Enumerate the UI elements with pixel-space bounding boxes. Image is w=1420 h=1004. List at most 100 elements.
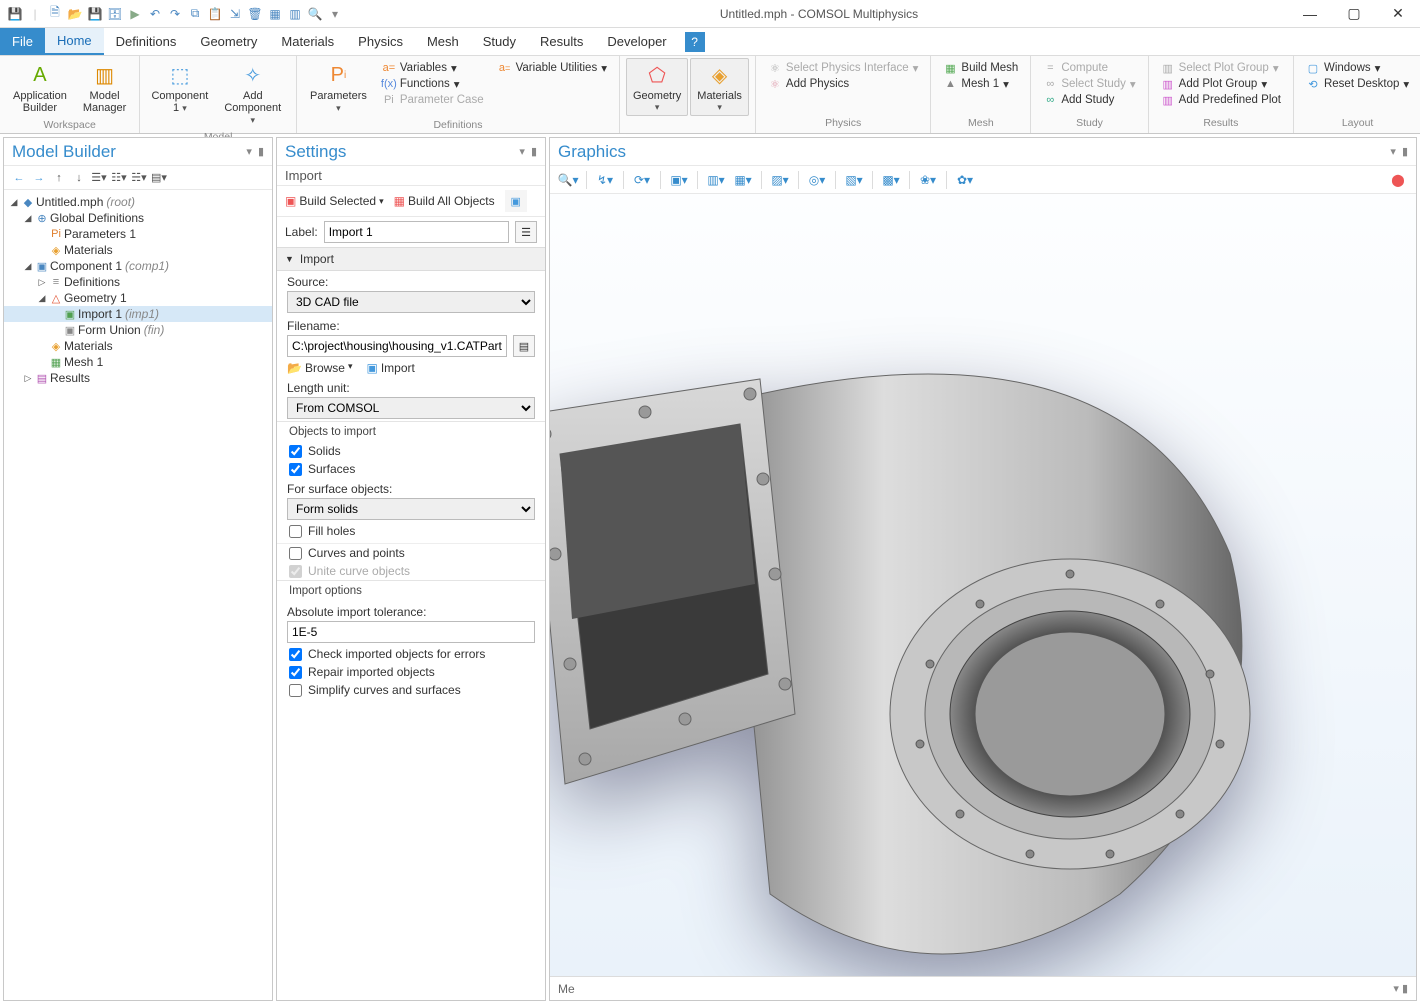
filename-browse-icon[interactable]: ▤ <box>513 335 535 357</box>
add-predef-plot-button[interactable]: ▥Add Predefined Plot <box>1159 92 1283 108</box>
label-input[interactable] <box>324 221 509 243</box>
saveall-icon[interactable]: 🗄 <box>106 5 124 23</box>
build-mesh-button[interactable]: ▦Build Mesh <box>941 60 1020 76</box>
open-icon[interactable]: 📂 <box>66 5 84 23</box>
variables-button[interactable]: a=Variables ▾ <box>380 60 486 76</box>
tree-node[interactable]: ▦Mesh 1 <box>4 354 272 370</box>
tree-node[interactable]: ▷≡Definitions <box>4 274 272 290</box>
tool2-icon[interactable]: ▥ <box>286 5 304 23</box>
tab-results[interactable]: Results <box>528 28 595 55</box>
panel-menu-icon[interactable]: ▾ <box>1390 145 1396 158</box>
save-icon[interactable]: 💾 <box>6 5 24 23</box>
tab-mesh[interactable]: Mesh <box>415 28 471 55</box>
tree-node[interactable]: ◈Materials <box>4 242 272 258</box>
panel-menu-icon[interactable]: ▾ <box>246 145 252 158</box>
add-study-button[interactable]: ∞Add Study <box>1041 92 1137 108</box>
check-errors-checkbox[interactable] <box>289 648 302 661</box>
reset-desktop-button[interactable]: ⟲Reset Desktop ▾ <box>1304 76 1411 92</box>
undo-icon[interactable]: ↶ <box>146 5 164 23</box>
redo-icon[interactable]: ↷ <box>166 5 184 23</box>
tab-definitions[interactable]: Definitions <box>104 28 189 55</box>
functions-button[interactable]: f(x)Functions ▾ <box>380 76 486 92</box>
solids-checkbox[interactable] <box>289 445 302 458</box>
import-button[interactable]: ▣Import <box>367 361 415 375</box>
nav-up-icon[interactable]: ↑ <box>50 169 68 187</box>
build-extra-icon[interactable]: ▣ <box>505 190 527 212</box>
record-icon[interactable]: ⬤ <box>1386 169 1410 191</box>
tab-materials[interactable]: Materials <box>269 28 346 55</box>
windows-button[interactable]: ▢Windows ▾ <box>1304 60 1411 76</box>
source-select[interactable]: 3D CAD file <box>287 291 535 313</box>
save2-icon[interactable]: 💾 <box>86 5 104 23</box>
delete-icon[interactable]: 🗑 <box>246 5 264 23</box>
materials-button[interactable]: ◈Materials▾ <box>690 58 749 116</box>
nav-down-icon[interactable]: ↓ <box>70 169 88 187</box>
simplify-checkbox[interactable] <box>289 684 302 697</box>
minimize-button[interactable]: — <box>1288 0 1332 28</box>
geometry-button[interactable]: ⬠Geometry▾ <box>626 58 688 116</box>
select-physics-button[interactable]: ⚛Select Physics Interface ▾ <box>766 60 921 76</box>
view2-icon[interactable]: ▦▾ <box>731 169 755 191</box>
render4-icon[interactable]: ✿▾ <box>953 169 977 191</box>
filter-icon[interactable]: ☵▾ <box>130 169 148 187</box>
select-plot-button[interactable]: ▥Select Plot Group ▾ <box>1159 60 1283 76</box>
build-all-button[interactable]: ▦Build All Objects <box>394 194 495 208</box>
axis-icon[interactable]: ↯▾ <box>593 169 617 191</box>
label-edit-icon[interactable]: ☰ <box>515 221 537 243</box>
tool1-icon[interactable]: ▦ <box>266 5 284 23</box>
tree-node[interactable]: ◢◆Untitled.mph(root) <box>4 194 272 210</box>
tree-node[interactable]: ▣Form Union(fin) <box>4 322 272 338</box>
pin-icon[interactable]: ▮ <box>258 145 264 158</box>
new-icon[interactable]: 🗎 <box>46 5 64 23</box>
rotate-icon[interactable]: ⟳▾ <box>630 169 654 191</box>
browse-button[interactable]: 📂Browse ▾ <box>287 361 353 375</box>
add-plot-button[interactable]: ▥Add Plot Group ▾ <box>1159 76 1283 92</box>
collapse-icon[interactable]: ☷▾ <box>110 169 128 187</box>
add-physics-button[interactable]: ⚛Add Physics <box>766 76 921 92</box>
import-section-header[interactable]: ▼Import <box>277 247 545 271</box>
view1-icon[interactable]: ▥▾ <box>704 169 728 191</box>
render2-icon[interactable]: ▩▾ <box>879 169 903 191</box>
parameters-button[interactable]: PiParameters▾ <box>303 58 374 117</box>
nav-back-icon[interactable]: ← <box>10 169 28 187</box>
qat-dropdown-icon[interactable]: ▾ <box>326 5 344 23</box>
messages-bar[interactable]: Me ▾ ▮ <box>550 976 1416 1000</box>
nav-fwd-icon[interactable]: → <box>30 169 48 187</box>
copy-icon[interactable]: ⧉ <box>186 5 204 23</box>
mesh1-button[interactable]: ▲Mesh 1 ▾ <box>941 76 1020 92</box>
render3-icon[interactable]: ❀▾ <box>916 169 940 191</box>
add-component-button[interactable]: ✧AddComponent ▾ <box>216 58 290 129</box>
view3-icon[interactable]: ▨▾ <box>768 169 792 191</box>
expand-icon[interactable]: ☰▾ <box>90 169 108 187</box>
parameter-case-button[interactable]: PiParameter Case <box>380 92 486 108</box>
select-study-button[interactable]: ∞Select Study ▾ <box>1041 76 1137 92</box>
tree-node[interactable]: ◢▣Component 1(comp1) <box>4 258 272 274</box>
tool3-icon[interactable]: 🔍 <box>306 5 324 23</box>
compute-button[interactable]: =Compute <box>1041 60 1137 76</box>
tab-developer[interactable]: Developer <box>595 28 678 55</box>
tab-file[interactable]: File <box>0 28 45 55</box>
form-solids-select[interactable]: Form solids <box>287 498 535 520</box>
tree-node[interactable]: PiParameters 1 <box>4 226 272 242</box>
help-button[interactable]: ? <box>685 32 705 52</box>
maximize-button[interactable]: ▢ <box>1332 0 1376 28</box>
abs-tol-input[interactable] <box>287 621 535 643</box>
pin-icon[interactable]: ▮ <box>531 145 537 158</box>
curves-checkbox[interactable] <box>289 547 302 560</box>
select-icon[interactable]: ▣▾ <box>667 169 691 191</box>
filename-input[interactable] <box>287 335 507 357</box>
graphics-canvas[interactable] <box>550 194 1416 976</box>
view-icon[interactable]: ▤▾ <box>150 169 168 187</box>
tree-node[interactable]: ▷▤Results <box>4 370 272 386</box>
render1-icon[interactable]: ▧▾ <box>842 169 866 191</box>
variable-utilities-button[interactable]: a=Variable Utilities ▾ <box>496 60 609 76</box>
length-unit-select[interactable]: From COMSOL <box>287 397 535 419</box>
tree-node[interactable]: ◈Materials <box>4 338 272 354</box>
build-selected-button[interactable]: ▣Build Selected ▾ <box>285 194 384 208</box>
tab-study[interactable]: Study <box>471 28 528 55</box>
tab-home[interactable]: Home <box>45 28 104 55</box>
tab-physics[interactable]: Physics <box>346 28 415 55</box>
fill-holes-checkbox[interactable] <box>289 525 302 538</box>
view4-icon[interactable]: ◎▾ <box>805 169 829 191</box>
component-button[interactable]: ⬚Component1 ▾ <box>146 58 213 117</box>
